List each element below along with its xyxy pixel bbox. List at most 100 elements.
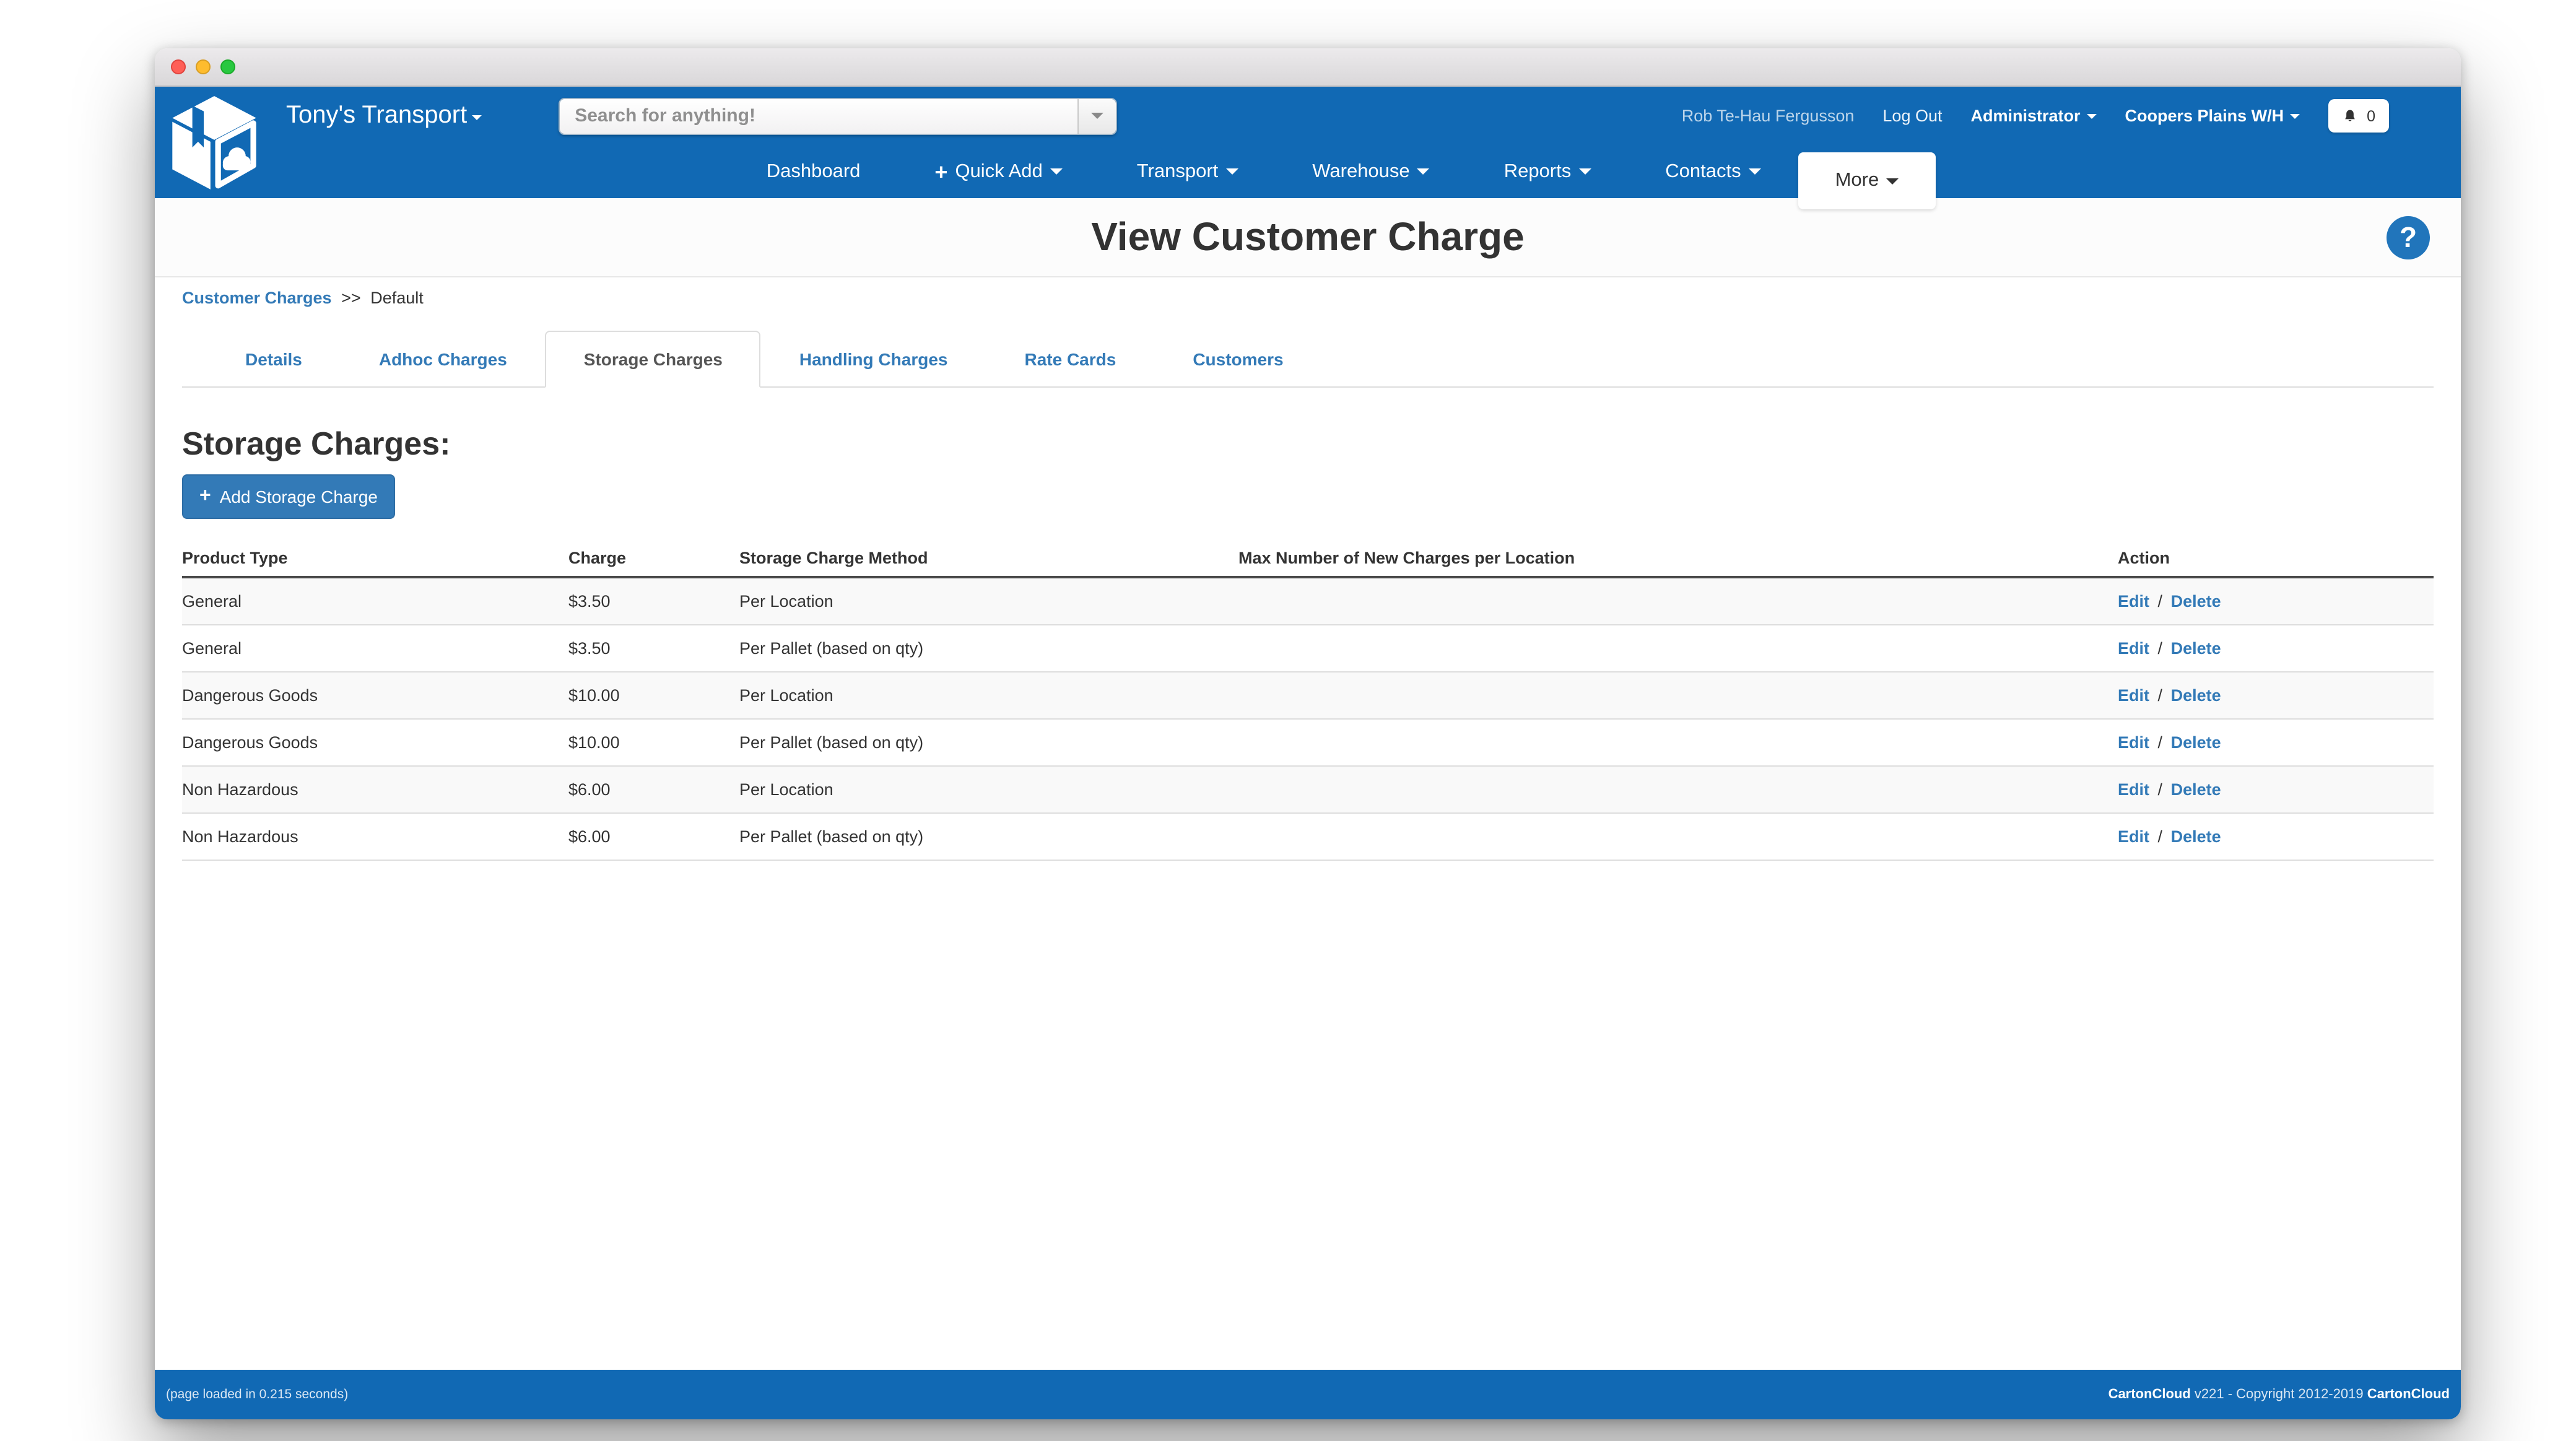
edit-link[interactable]: Edit xyxy=(2118,686,2149,705)
nav-menu-item[interactable]: Dashboard xyxy=(729,145,898,198)
cell-product-type: Dangerous Goods xyxy=(182,672,568,719)
cell-storage-charge-method: Per Location xyxy=(739,766,1238,813)
cell-storage-charge-method: Per Pallet (based on qty) xyxy=(739,719,1238,766)
cartoncloud-logo-icon[interactable] xyxy=(166,94,263,193)
cell-actions: Edit / Delete xyxy=(2118,719,2434,766)
nav-menu-item[interactable]: Transport xyxy=(1100,145,1276,198)
storage-charges-table: Product Type Charge Storage Charge Metho… xyxy=(182,546,2434,861)
breadcrumb: Customer Charges >> Default xyxy=(182,289,2434,307)
nav-menu-label: Transport xyxy=(1137,160,1219,183)
cell-charge: $3.50 xyxy=(568,625,739,672)
edit-link[interactable]: Edit xyxy=(2118,780,2149,799)
search-input[interactable] xyxy=(560,98,1077,133)
cell-storage-charge-method: Per Pallet (based on qty) xyxy=(739,625,1238,672)
tenant-switcher[interactable]: Tony's Transport xyxy=(286,102,482,130)
footer-brand-2: CartonCloud xyxy=(2367,1387,2450,1402)
cell-storage-charge-method: Per Pallet (based on qty) xyxy=(739,813,1238,860)
table-header-row: Product Type Charge Storage Charge Metho… xyxy=(182,546,2434,577)
search-scope-dropdown[interactable] xyxy=(1077,98,1116,133)
global-search xyxy=(559,97,1117,134)
nav-menu-label: Reports xyxy=(1504,160,1572,183)
tab[interactable]: Adhoc Charges xyxy=(341,331,546,388)
delete-link[interactable]: Delete xyxy=(2171,686,2221,705)
delete-link[interactable]: Delete xyxy=(2171,639,2221,658)
tab[interactable]: Rate Cards xyxy=(986,331,1154,388)
edit-link[interactable]: Edit xyxy=(2118,733,2149,752)
table-row: Non Hazardous $6.00 Per Location Edit / … xyxy=(182,766,2434,813)
nav-menu-item[interactable]: Reports xyxy=(1467,145,1629,198)
delete-link[interactable]: Delete xyxy=(2171,733,2221,752)
page-load-time: (page loaded in 0.215 seconds) xyxy=(166,1387,348,1402)
delete-link[interactable]: Delete xyxy=(2171,592,2221,611)
cell-product-type: Non Hazardous xyxy=(182,766,568,813)
chevron-down-icon xyxy=(1749,168,1761,175)
nav-menu-label: Dashboard xyxy=(767,160,861,183)
nav-menu-item[interactable]: Contacts xyxy=(1628,145,1798,198)
navbar: Tony's Transport Rob Te-Hau Fergusson Lo… xyxy=(155,87,2461,198)
nav-menu-item[interactable]: Quick Add xyxy=(897,145,1099,198)
edit-link[interactable]: Edit xyxy=(2118,639,2149,658)
add-storage-charge-button[interactable]: Add Storage Charge xyxy=(182,474,395,519)
tab[interactable]: Storage Charges xyxy=(546,331,761,388)
warehouse-dropdown[interactable]: Coopers Plains W/H xyxy=(2125,107,2300,125)
logout-link[interactable]: Log Out xyxy=(1882,107,1942,125)
tab[interactable]: Customers xyxy=(1154,331,1321,388)
breadcrumb-current: Default xyxy=(370,289,424,307)
cell-storage-charge-method: Per Location xyxy=(739,672,1238,719)
zoom-button[interactable] xyxy=(220,59,235,74)
notification-count: 0 xyxy=(2367,107,2375,124)
minimize-button[interactable] xyxy=(196,59,211,74)
edit-link[interactable]: Edit xyxy=(2118,827,2149,846)
table-row: Dangerous Goods $10.00 Per Pallet (based… xyxy=(182,719,2434,766)
main-content: Customer Charges >> Default Details Adho… xyxy=(155,277,2461,1370)
nav-menu-item[interactable]: Warehouse xyxy=(1275,145,1466,198)
chevron-down-icon xyxy=(1091,113,1103,119)
window-titlebar xyxy=(155,48,2461,87)
chevron-down-icon xyxy=(1417,168,1430,175)
tab[interactable]: Details xyxy=(207,331,341,388)
table-row: General $3.50 Per Pallet (based on qty) … xyxy=(182,625,2434,672)
column-header: Storage Charge Method xyxy=(739,546,1238,577)
warehouse-label: Coopers Plains W/H xyxy=(2125,107,2284,125)
table-row: Non Hazardous $6.00 Per Pallet (based on… xyxy=(182,813,2434,860)
nav-menu-label: Warehouse xyxy=(1312,160,1409,183)
plus-icon xyxy=(199,487,211,507)
tab-label: Customers xyxy=(1193,349,1283,369)
notifications-button[interactable]: 0 xyxy=(2328,99,2389,133)
nav-menu-label: Quick Add xyxy=(955,160,1042,183)
action-separator: / xyxy=(2158,592,2163,611)
cell-actions: Edit / Delete xyxy=(2118,813,2434,860)
cell-product-type: Non Hazardous xyxy=(182,813,568,860)
tab-label: Adhoc Charges xyxy=(379,349,507,369)
cell-charge: $10.00 xyxy=(568,672,739,719)
nav-menu-item[interactable]: More xyxy=(1798,152,1936,209)
tab-bar: Details Adhoc Charges Storage Charges Ha… xyxy=(182,331,2434,388)
cell-actions: Edit / Delete xyxy=(2118,672,2434,719)
cell-product-type: General xyxy=(182,625,568,672)
chevron-down-icon xyxy=(2290,113,2300,118)
close-button[interactable] xyxy=(171,59,186,74)
chevron-down-icon xyxy=(1050,168,1063,175)
cell-max-new-charges xyxy=(1238,577,2118,625)
action-separator: / xyxy=(2158,733,2163,752)
action-separator: / xyxy=(2158,827,2163,846)
plus-icon xyxy=(934,160,947,183)
delete-link[interactable]: Delete xyxy=(2171,780,2221,799)
role-dropdown[interactable]: Administrator xyxy=(1971,107,2097,125)
action-separator: / xyxy=(2158,639,2163,658)
breadcrumb-link-customer-charges[interactable]: Customer Charges xyxy=(182,289,332,307)
table-row: General $3.50 Per Location Edit / Delete xyxy=(182,577,2434,625)
cell-charge: $3.50 xyxy=(568,577,739,625)
edit-link[interactable]: Edit xyxy=(2118,592,2149,611)
chevron-down-icon xyxy=(472,115,482,120)
footer-brand: CartonCloud xyxy=(2108,1387,2191,1402)
help-icon[interactable] xyxy=(2387,215,2430,259)
column-header: Charge xyxy=(568,546,739,577)
cell-actions: Edit / Delete xyxy=(2118,577,2434,625)
cell-charge: $6.00 xyxy=(568,766,739,813)
footer-copyright: CartonCloud v221 - Copyright 2012-2019 C… xyxy=(2108,1387,2450,1402)
tab[interactable]: Handling Charges xyxy=(761,331,986,388)
delete-link[interactable]: Delete xyxy=(2171,827,2221,846)
action-separator: / xyxy=(2158,686,2163,705)
cell-max-new-charges xyxy=(1238,672,2118,719)
